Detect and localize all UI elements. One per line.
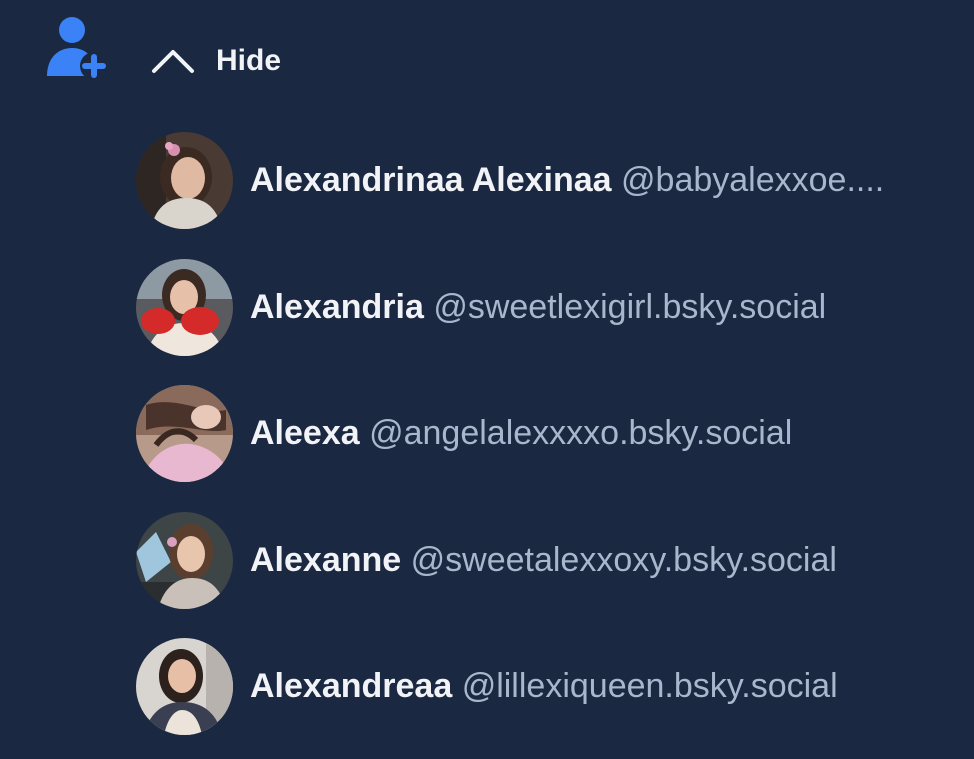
avatar[interactable]: [136, 638, 233, 735]
hide-label: Hide: [216, 44, 282, 77]
list-item[interactable]: Alexanne @sweetalexxoxy.bsky.social: [136, 511, 974, 639]
person-plus-icon[interactable]: [42, 14, 110, 82]
account-handle: @sweetlexigirl.bsky.social: [433, 287, 827, 326]
avatar[interactable]: [136, 132, 233, 229]
account-name-line: Alexandria @sweetlexigirl.bsky.social: [250, 286, 960, 328]
chevron-up-icon: [152, 50, 194, 73]
avatar[interactable]: [136, 258, 233, 356]
account-name-line: Alexandrinaa Alexinaa @babyalexxoe....: [250, 159, 960, 201]
display-name: Alexandrinaa Alexinaa: [250, 161, 612, 199]
display-name: Aleexa: [250, 414, 360, 452]
account-handle: @angelalexxxxo.bsky.social: [369, 414, 793, 452]
avatar[interactable]: [136, 511, 233, 609]
account-handle: @sweetalexxoxy.bsky.social: [410, 540, 837, 579]
list-item[interactable]: Alexandria @sweetlexigirl.bsky.social: [136, 258, 974, 386]
account-handle: @lillexiqueen.bsky.social: [461, 667, 838, 705]
suggested-follows-panel: Hide Alexandrinaa Alexinaa @babyalexxoe.…: [0, 0, 974, 759]
account-handle: @babyalexxoe....: [621, 161, 885, 199]
list-item[interactable]: Aleexa @angelalexxxxo.bsky.social: [136, 385, 974, 512]
hide-toggle-button[interactable]: Hide: [150, 40, 281, 82]
account-name-line: Alexandreaa @lillexiqueen.bsky.social: [250, 665, 960, 707]
list-item[interactable]: Alexandreaa @lillexiqueen.bsky.social: [136, 638, 974, 759]
display-name: Alexanne: [250, 540, 402, 579]
display-name: Alexandreaa: [250, 667, 453, 705]
suggested-accounts-list: Alexandrinaa Alexinaa @babyalexxoe.... A…: [136, 132, 974, 759]
account-name-line: Alexanne @sweetalexxoxy.bsky.social: [250, 539, 960, 581]
list-item[interactable]: Alexandrinaa Alexinaa @babyalexxoe....: [136, 132, 974, 259]
avatar[interactable]: [136, 385, 233, 482]
display-name: Alexandria: [250, 287, 424, 326]
account-name-line: Aleexa @angelalexxxxo.bsky.social: [250, 412, 960, 454]
